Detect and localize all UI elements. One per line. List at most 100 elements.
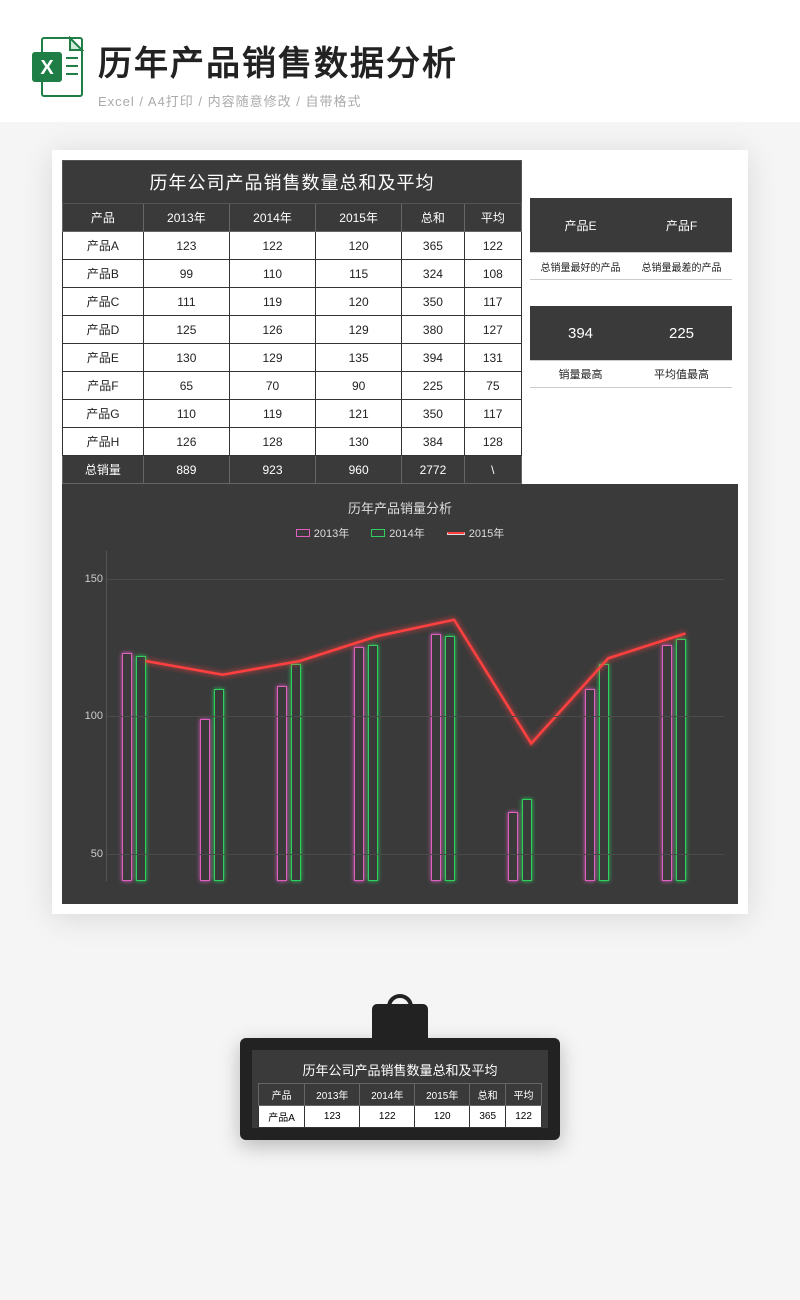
page-title: 历年产品销售数据分析 <box>98 36 770 85</box>
table-cell: 365 <box>402 232 464 260</box>
table-cell: 115 <box>316 260 402 288</box>
table-title: 历年公司产品销售数量总和及平均 <box>63 161 522 204</box>
table-row: 产品B99110115324108 <box>63 260 522 288</box>
table-row: 产品G110119121350117 <box>63 400 522 428</box>
line-2015 <box>146 620 686 744</box>
max-sum-label: 销量最高 <box>530 360 631 388</box>
thumb-cell: 产品A <box>259 1106 305 1128</box>
table-cell: 135 <box>316 344 402 372</box>
thumb-cell: 122 <box>360 1106 415 1128</box>
table-cell: 123 <box>143 232 229 260</box>
table-cell: 129 <box>316 316 402 344</box>
table-row: 产品E130129135394131 <box>63 344 522 372</box>
sales-table: 历年公司产品销售数量总和及平均 产品2013年2014年2015年总和平均 产品… <box>62 160 522 484</box>
table-row: 产品H126128130384128 <box>63 428 522 456</box>
table-cell: 130 <box>316 428 402 456</box>
table-cell: 126 <box>229 316 315 344</box>
sheet-card: 历年公司产品销售数量总和及平均 产品2013年2014年2015年总和平均 产品… <box>52 150 748 914</box>
table-cell: 128 <box>229 428 315 456</box>
max-sum-value: 394 <box>530 306 631 360</box>
worst-product-value: 产品F <box>631 198 732 252</box>
best-product-label: 总销量最好的产品 <box>530 252 631 280</box>
legend-2014: 2014年 <box>389 525 424 541</box>
table-cell: 127 <box>464 316 521 344</box>
thumb-table: 产品2013年2014年2015年总和平均 产品A123122120365122 <box>258 1083 542 1128</box>
y-axis-tick: 50 <box>77 848 103 860</box>
table-cell: 75 <box>464 372 521 400</box>
table-row: 产品A123122120365122 <box>63 232 522 260</box>
table-cell: 122 <box>464 232 521 260</box>
table-header-cell: 2015年 <box>316 204 402 232</box>
avg-max-label: 平均值最高 <box>631 360 732 388</box>
thumb-header-cell: 2015年 <box>415 1084 470 1106</box>
table-header-cell: 2014年 <box>229 204 315 232</box>
table-cell: 131 <box>464 344 521 372</box>
table-cell: 产品G <box>63 400 144 428</box>
table-cell: 90 <box>316 372 402 400</box>
table-cell: 128 <box>464 428 521 456</box>
table-cell: 111 <box>143 288 229 316</box>
table-cell: 122 <box>229 232 315 260</box>
total-cell: 960 <box>316 456 402 484</box>
table-cell: 108 <box>464 260 521 288</box>
svg-text:X: X <box>40 57 54 79</box>
total-cell: 889 <box>143 456 229 484</box>
table-cell: 380 <box>402 316 464 344</box>
legend-2015: 2015年 <box>469 525 504 541</box>
total-cell: 923 <box>229 456 315 484</box>
thumb-title: 历年公司产品销售数量总和及平均 <box>258 1056 542 1083</box>
thumb-header-cell: 2013年 <box>305 1084 360 1106</box>
table-header-cell: 2013年 <box>143 204 229 232</box>
table-cell: 产品E <box>63 344 144 372</box>
chart-plot: 50100150 <box>106 551 724 881</box>
table-cell: 产品D <box>63 316 144 344</box>
table-cell: 119 <box>229 400 315 428</box>
table-cell: 产品A <box>63 232 144 260</box>
thumb-cell: 365 <box>470 1106 506 1128</box>
table-cell: 120 <box>316 232 402 260</box>
table-cell: 130 <box>143 344 229 372</box>
table-cell: 225 <box>402 372 464 400</box>
table-cell: 110 <box>143 400 229 428</box>
table-header-cell: 总和 <box>402 204 464 232</box>
thumb-header-cell: 平均 <box>506 1084 542 1106</box>
table-cell: 117 <box>464 288 521 316</box>
table-row: 产品D125126129380127 <box>63 316 522 344</box>
table-cell: 产品B <box>63 260 144 288</box>
table-header-cell: 产品 <box>63 204 144 232</box>
table-header-cell: 平均 <box>464 204 521 232</box>
table-cell: 129 <box>229 344 315 372</box>
table-cell: 70 <box>229 372 315 400</box>
table-cell: 110 <box>229 260 315 288</box>
thumb-header-cell: 2014年 <box>360 1084 415 1106</box>
clipboard-clip-icon <box>372 1004 428 1038</box>
legend-2013: 2013年 <box>314 525 349 541</box>
thumb-cell: 120 <box>415 1106 470 1128</box>
best-product-value: 产品E <box>530 198 631 252</box>
total-cell: 2772 <box>402 456 464 484</box>
y-axis-tick: 100 <box>77 710 103 722</box>
table-row: 产品F65709022575 <box>63 372 522 400</box>
excel-icon: X <box>30 36 84 98</box>
table-cell: 119 <box>229 288 315 316</box>
table-cell: 126 <box>143 428 229 456</box>
page-subtitle: Excel / A4打印 / 内容随意修改 / 自带格式 <box>98 91 770 110</box>
table-cell: 产品H <box>63 428 144 456</box>
y-axis-tick: 150 <box>77 573 103 585</box>
chart-area: 历年产品销量分析 2013年 2014年 2015年 50100150 <box>62 484 738 904</box>
table-cell: 125 <box>143 316 229 344</box>
thumb-cell: 122 <box>506 1106 542 1128</box>
page-header: X 历年产品销售数据分析 Excel / A4打印 / 内容随意修改 / 自带格… <box>0 0 800 122</box>
thumb-header-cell: 产品 <box>259 1084 305 1106</box>
side-summary-panel: 产品E 产品F 总销量最好的产品 总销量最差的产品 394 225 销量最高 平… <box>522 160 732 484</box>
table-cell: 121 <box>316 400 402 428</box>
worst-product-label: 总销量最差的产品 <box>631 252 732 280</box>
total-cell: 总销量 <box>63 456 144 484</box>
thumb-header-cell: 总和 <box>470 1084 506 1106</box>
table-row: 产品C111119120350117 <box>63 288 522 316</box>
chart-legend: 2013年 2014年 2015年 <box>76 525 724 541</box>
table-cell: 384 <box>402 428 464 456</box>
table-cell: 394 <box>402 344 464 372</box>
thumbnail-preview: 历年公司产品销售数量总和及平均 产品2013年2014年2015年总和平均 产品… <box>240 1004 560 1140</box>
table-cell: 117 <box>464 400 521 428</box>
